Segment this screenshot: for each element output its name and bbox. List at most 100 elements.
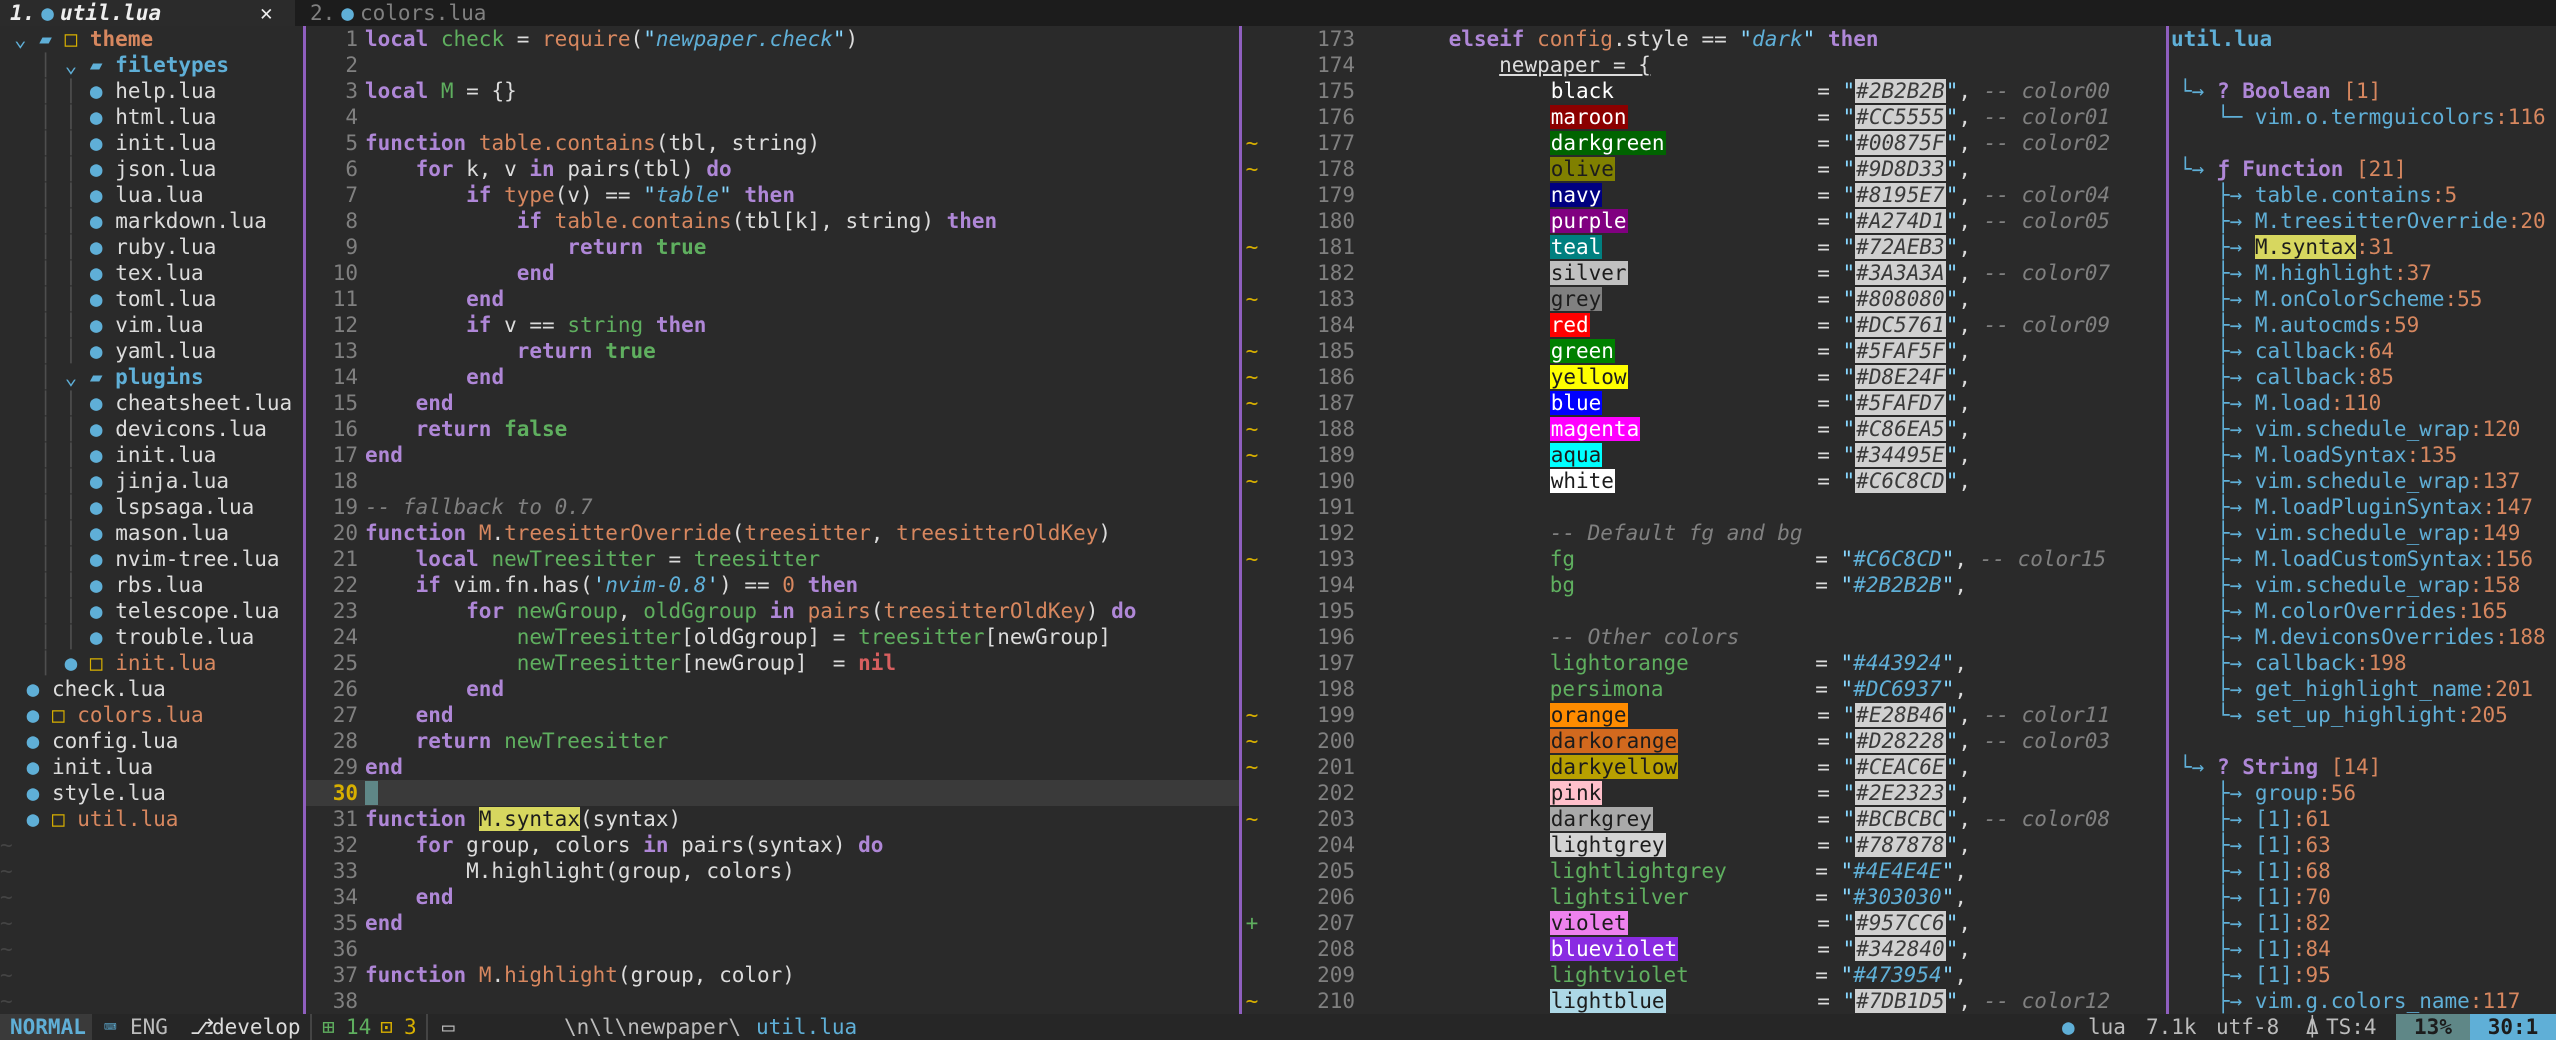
tree-file[interactable]: │ │ ● jinja.lua: [0, 468, 303, 494]
outline-item[interactable]: ├→ M.loadCustomSyntax:156: [2169, 546, 2556, 572]
outline-group[interactable]: └→ ? Boolean [1]: [2169, 78, 2556, 104]
outline-item[interactable]: ├→ callback:85: [2169, 364, 2556, 390]
outline-symbol-name: vim.g.colors_name: [2254, 989, 2470, 1013]
tree-file[interactable]: ● style.lua: [0, 780, 303, 806]
outline-item[interactable]: ├→ [1]:61: [2169, 806, 2556, 832]
tree-file[interactable]: │ │ ● html.lua: [0, 104, 303, 130]
outline-symbol-line: :31: [2356, 235, 2394, 259]
indent-guide: │: [51, 521, 78, 545]
outline-item[interactable]: ├→ M.load:110: [2169, 390, 2556, 416]
code-line: ~210 lightblue = "#7DB1D5", -- color12: [1242, 988, 2166, 1014]
tree-file[interactable]: ● config.lua: [0, 728, 303, 754]
outline-item[interactable]: ├→ vim.schedule_wrap:149: [2169, 520, 2556, 546]
outline-item[interactable]: └→ set_up_highlight:205: [2169, 702, 2556, 728]
outline-item[interactable]: ├→ vim.g.colors_name:117: [2169, 988, 2556, 1014]
outline-group[interactable]: └→ ƒ Function [21]: [2169, 156, 2556, 182]
tree-file[interactable]: │ │ ● tex.lua: [0, 260, 303, 286]
outline-item[interactable]: ├→ [1]:70: [2169, 884, 2556, 910]
outline-item[interactable]: ├→ vim.schedule_wrap:158: [2169, 572, 2556, 598]
tree-file[interactable]: │ │ ● markdown.lua: [0, 208, 303, 234]
outline-item[interactable]: ├→ M.deviconsOverrides:188: [2169, 624, 2556, 650]
chevron-down-icon[interactable]: ⌄: [52, 365, 90, 389]
outline-item[interactable]: ├→ M.colorOverrides:165: [2169, 598, 2556, 624]
line-number: 2: [345, 53, 358, 77]
line-number: 185: [1317, 339, 1355, 363]
tree-guide: ├→: [2179, 911, 2255, 935]
line-number: 11: [332, 287, 358, 311]
outline-item[interactable]: ├→ [1]:84: [2169, 936, 2556, 962]
tree-file[interactable]: ● □ colors.lua: [0, 702, 303, 728]
outline-group[interactable]: └→ ? String [14]: [2169, 754, 2556, 780]
tab-colors-lua[interactable]: 2. ● colors.lua: [300, 0, 580, 26]
tree-file[interactable]: │ │ ● devicons.lua: [0, 416, 303, 442]
tree-file[interactable]: │ │ ● rbs.lua: [0, 572, 303, 598]
outline-symbol-name: M.loadCustomSyntax: [2254, 547, 2483, 571]
tree-file[interactable]: │ │ ● json.lua: [0, 156, 303, 182]
tree-folder[interactable]: │ ⌄ ▰ plugins: [0, 364, 303, 390]
tree-file[interactable]: │ │ ● help.lua: [0, 78, 303, 104]
color-comment: -- color08: [1971, 807, 2111, 831]
tree-file[interactable]: │ │ ● init.lua: [0, 130, 303, 156]
tree-file[interactable]: ● □ util.lua: [0, 806, 303, 832]
outline-item[interactable]: ├→ group:56: [2169, 780, 2556, 806]
editor-colors-lua[interactable]: 173 elseif config.style == "dark" then 17…: [1242, 26, 2166, 1014]
tree-file[interactable]: │ │ ● vim.lua: [0, 312, 303, 338]
outline-item[interactable]: ├→ callback:64: [2169, 338, 2556, 364]
outline-item[interactable]: ├→ [1]:68: [2169, 858, 2556, 884]
outline-item[interactable]: ├→ M.loadSyntax:135: [2169, 442, 2556, 468]
tree-folder[interactable]: ⌄ ▰ □ theme: [0, 26, 303, 52]
tree-file[interactable]: │ │ ● mason.lua: [0, 520, 303, 546]
tree-file[interactable]: │ │ ● lua.lua: [0, 182, 303, 208]
outline-item[interactable]: ├→ [1]:82: [2169, 910, 2556, 936]
tree-file[interactable]: │ │ ● lspsaga.lua: [0, 494, 303, 520]
outline-item[interactable]: ├→ M.loadPluginSyntax:147: [2169, 494, 2556, 520]
tree-file[interactable]: │ │ ● ruby.lua: [0, 234, 303, 260]
editor-util-lua[interactable]: 1 local check = require("newpaper.check")…: [306, 26, 1239, 1014]
tree-file[interactable]: │ │ ● nvim-tree.lua: [0, 546, 303, 572]
hex-value: #8195E7: [1855, 183, 1946, 207]
code-token: for: [466, 599, 505, 623]
tree-file[interactable]: ● init.lua: [0, 754, 303, 780]
outline-item[interactable]: ├→ M.onColorScheme:55: [2169, 286, 2556, 312]
tree-file[interactable]: │ │ ● cheatsheet.lua: [0, 390, 303, 416]
chevron-down-icon[interactable]: ⌄: [14, 27, 39, 51]
outline-item[interactable]: ├→ get_highlight_name:201: [2169, 676, 2556, 702]
code-line: 205 lightlightgrey = "#4E4E4E",: [1242, 858, 2166, 884]
quote: ": [1945, 157, 1959, 181]
line-number: 27: [332, 703, 358, 727]
outline-item[interactable]: ├→ vim.schedule_wrap:137: [2169, 468, 2556, 494]
line-number: 209: [1317, 963, 1355, 987]
tree-file[interactable]: ● check.lua: [0, 676, 303, 702]
outline-item[interactable]: ├→ M.syntax:31: [2169, 234, 2556, 260]
equals-sign: =: [1665, 131, 1843, 155]
outline-item[interactable]: ├→ [1]:63: [2169, 832, 2556, 858]
tab-util-lua[interactable]: 1. ● util.lua ✕: [0, 0, 295, 26]
chevron-down-icon[interactable]: ⌄: [52, 53, 90, 77]
tree-file[interactable]: │ │ ● trouble.lua: [0, 624, 303, 650]
line-number: 184: [1317, 313, 1355, 337]
outline-item[interactable]: ├→ table.contains:5: [2169, 182, 2556, 208]
equals-sign: =: [1688, 651, 1841, 675]
outline-item[interactable]: ├→ M.autocmds:59: [2169, 312, 2556, 338]
tree-folder[interactable]: │ ⌄ ▰ filetypes: [0, 52, 303, 78]
tree-file[interactable]: │ ● □ init.lua: [0, 650, 303, 676]
tree-file[interactable]: │ │ ● telescope.lua: [0, 598, 303, 624]
line-number: 33: [332, 859, 358, 883]
outline-item[interactable]: ├→ [1]:95: [2169, 962, 2556, 988]
outline-symbol-name: [1]: [2254, 807, 2293, 831]
tree-guide: ├→: [2179, 261, 2255, 285]
outline-item[interactable]: ├→ vim.schedule_wrap:120: [2169, 416, 2556, 442]
close-icon[interactable]: ✕: [260, 0, 273, 26]
tree-file[interactable]: │ │ ● toml.lua: [0, 286, 303, 312]
outline-item[interactable]: ├→ callback:198: [2169, 650, 2556, 676]
outline-item[interactable]: ├→ M.highlight:37: [2169, 260, 2556, 286]
code-token: ) ==: [719, 573, 783, 597]
code-token: table: [655, 183, 720, 207]
outline-item[interactable]: └─ vim.o.termguicolors:116: [2169, 104, 2556, 130]
tree-file[interactable]: │ │ ● yaml.lua: [0, 338, 303, 364]
outline-item[interactable]: ├→ M.treesitterOverride:20: [2169, 208, 2556, 234]
git-branch[interactable]: develop: [212, 1014, 301, 1040]
outline-symbol-line: :137: [2469, 469, 2521, 493]
tree-file[interactable]: │ │ ● init.lua: [0, 442, 303, 468]
